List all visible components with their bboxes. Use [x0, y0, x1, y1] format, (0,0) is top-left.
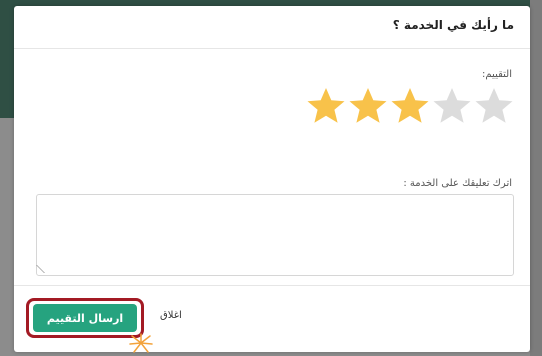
page-background-edge — [530, 0, 542, 356]
star-filled-icon[interactable] — [348, 86, 388, 126]
click-burst-icon — [129, 333, 153, 353]
star-filled-icon[interactable] — [390, 86, 430, 126]
rating-label: التقييم: — [482, 69, 512, 80]
close-button[interactable]: اغلاق — [160, 310, 182, 321]
comment-label: اترك تعليقك على الخدمة : — [403, 178, 512, 189]
star-empty-icon[interactable] — [432, 86, 472, 126]
submit-rating-button[interactable]: ارسال التقييم — [33, 304, 137, 332]
star-filled-icon[interactable] — [306, 86, 346, 126]
star-rating[interactable] — [306, 86, 514, 126]
modal-title: ما رأيك في الخدمة ؟ — [392, 18, 514, 32]
star-empty-icon[interactable] — [474, 86, 514, 126]
comment-textarea[interactable] — [36, 194, 514, 276]
modal-footer: ارسال التقييم اغلاق — [14, 285, 530, 353]
rating-modal: ما رأيك في الخدمة ؟ التقييم: اترك تعليقك… — [14, 6, 530, 353]
resize-grip-icon[interactable] — [36, 265, 53, 273]
modal-header: ما رأيك في الخدمة ؟ — [14, 6, 530, 49]
